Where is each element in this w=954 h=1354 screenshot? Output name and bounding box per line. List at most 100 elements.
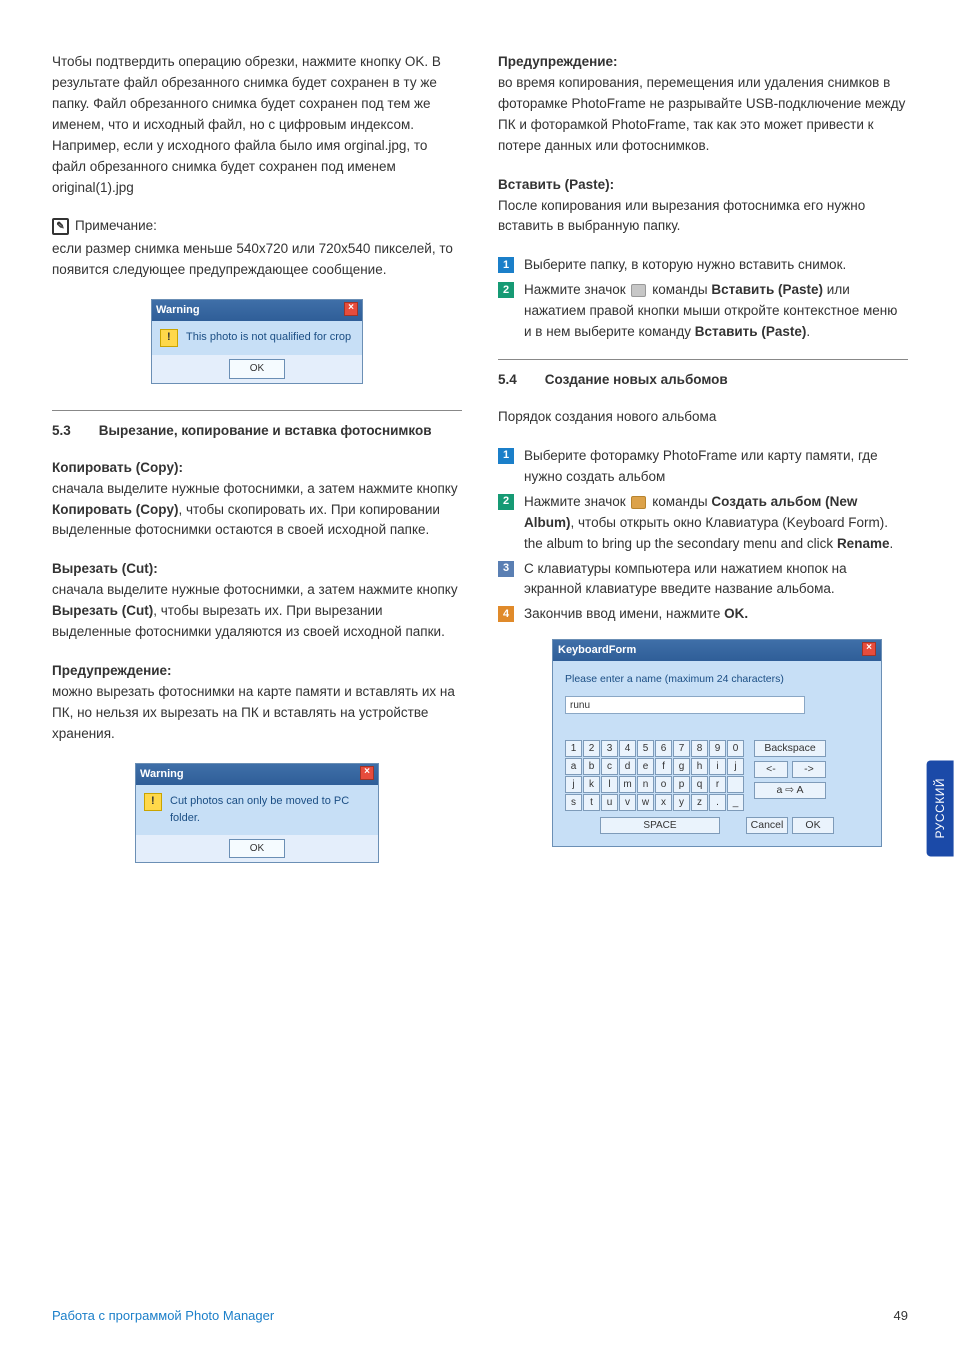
paste-step-2: 2 Нажмите значок команды Вставить (Paste… [498,280,908,343]
section-5-4-header: 5.4 Создание новых альбомов [498,370,908,391]
close-icon[interactable]: × [862,642,876,656]
ok-button[interactable]: OK [229,839,285,859]
keyboard-key[interactable]: j [727,758,744,775]
keyboard-key[interactable]: b [583,758,600,775]
keyboard-key[interactable]: a [565,758,582,775]
close-icon[interactable]: × [344,302,358,316]
keyboard-key[interactable]: 2 [583,740,600,757]
shift-button[interactable]: a ⇨ A [754,782,826,799]
warning-icon [144,793,162,811]
paste-icon [631,284,646,297]
keyboard-form-dialog: KeyboardForm × Please enter a name (maxi… [552,639,882,846]
keyboard-key[interactable]: m [619,776,636,793]
section-number: 5.3 [52,421,71,442]
paste-body: После копирования или вырезания фотосним… [498,196,908,238]
keyboard-key[interactable]: h [691,758,708,775]
keyboard-key[interactable]: 3 [601,740,618,757]
keyboard-key[interactable]: i [709,758,726,775]
keyboard-key[interactable]: w [637,794,654,811]
key-row-2: abcdefghij [565,758,744,775]
keyboard-key[interactable]: z [691,794,708,811]
ok-button[interactable]: OK [229,359,285,379]
cut-paragraph: сначала выделите нужные фотоснимки, а за… [52,580,462,643]
keyboard-key[interactable] [727,776,744,793]
album-step-2: 2 Нажмите значок команды Создать альбом … [498,492,908,555]
paste-heading: Вставить (Paste): [498,175,908,196]
keyboard-key[interactable]: _ [727,794,744,811]
copy-paragraph: сначала выделите нужные фотоснимки, а за… [52,479,462,542]
section-title: Вырезание, копирование и вставка фотосни… [99,421,432,442]
keyboard-key[interactable]: t [583,794,600,811]
keyboard-key[interactable]: e [637,758,654,775]
step-text: Нажмите значок команды Создать альбом (N… [524,492,908,555]
keyboard-key[interactable]: 0 [727,740,744,757]
keyboard-key[interactable]: s [565,794,582,811]
paste-step-1: 1 Выберите папку, в которую нужно встави… [498,255,908,276]
keyboard-key[interactable]: 9 [709,740,726,757]
dialog-message: This photo is not qualified for crop [186,329,351,346]
keyboard-side-buttons: Backspace <- -> a ⇨ A [754,740,826,799]
step-number-icon: 1 [498,448,514,464]
key-row-1: 1234567890 [565,740,744,757]
key-row-4: stuvwxyz._ [565,794,744,811]
copy-heading: Копировать (Copy): [52,458,462,479]
warning-dialog-cut: Warning × Cut photos can only be moved t… [135,763,379,864]
space-button[interactable]: SPACE [600,817,720,834]
name-input[interactable]: runu [565,696,805,714]
cancel-button[interactable]: Cancel [746,817,788,834]
section-divider [52,410,462,411]
warning-heading: Предупреждение: [52,661,462,682]
keyboard-key[interactable]: g [673,758,690,775]
keyboard-prompt: Please enter a name (maximum 24 characte… [565,671,869,687]
section-title: Создание новых альбомов [545,370,728,391]
section-number: 5.4 [498,370,517,391]
album-steps: 1 Выберите фоторамку PhotoFrame или карт… [498,446,908,625]
step-text: Закончив ввод имени, нажмите OK. [524,604,908,625]
step-number-icon: 4 [498,606,514,622]
arrow-left-button[interactable]: <- [754,761,788,778]
backspace-button[interactable]: Backspace [754,740,826,757]
ok-button[interactable]: OK [792,817,834,834]
keyboard-key[interactable]: 6 [655,740,672,757]
keyboard-key[interactable]: l [601,776,618,793]
two-column-layout: Чтобы подтвердить операцию обрезки, нажм… [52,52,908,881]
keyboard-key[interactable]: n [637,776,654,793]
keyboard-key[interactable]: j [565,776,582,793]
keyboard-key[interactable]: y [673,794,690,811]
keyboard-key[interactable]: x [655,794,672,811]
step-text: Выберите папку, в которую нужно вставить… [524,255,908,276]
warning-body: можно вырезать фотоснимки на карте памят… [52,682,462,745]
cut-bold: Вырезать (Cut) [52,603,153,618]
paste-steps: 1 Выберите папку, в которую нужно встави… [498,255,908,343]
key-row-3: jklmnopqr [565,776,744,793]
close-icon[interactable]: × [360,766,374,780]
cut-text-1: сначала выделите нужные фотоснимки, а за… [52,582,458,597]
dialog-message: Cut photos can only be moved to PC folde… [170,793,370,827]
language-tab[interactable]: РУССКИЙ [927,760,954,856]
keyboard-key[interactable]: o [655,776,672,793]
section-5-3-header: 5.3 Вырезание, копирование и вставка фот… [52,421,462,442]
keyboard-key[interactable]: . [709,794,726,811]
keyboard-key[interactable]: f [655,758,672,775]
album-step-1: 1 Выберите фоторамку PhotoFrame или карт… [498,446,908,488]
keyboard-key[interactable]: c [601,758,618,775]
keyboard-key[interactable]: u [601,794,618,811]
keyboard-key[interactable]: 5 [637,740,654,757]
keyboard-key[interactable]: d [619,758,636,775]
keyboard-key[interactable]: 4 [619,740,636,757]
arrow-right-button[interactable]: -> [792,761,826,778]
keyboard-key[interactable]: p [673,776,690,793]
new-album-icon [631,496,646,509]
page-number: 49 [894,1306,908,1326]
keyboard-key[interactable]: 7 [673,740,690,757]
right-column: Предупреждение: во время копирования, пе… [498,52,908,881]
dialog-title: Warning [156,302,200,319]
keyboard-key[interactable]: k [583,776,600,793]
keyboard-key[interactable]: v [619,794,636,811]
keyboard-key[interactable]: 8 [691,740,708,757]
keyboard-key[interactable]: 1 [565,740,582,757]
keyboard-key[interactable]: r [709,776,726,793]
keyboard-key[interactable]: q [691,776,708,793]
album-intro: Порядок создания нового альбома [498,407,908,428]
step-number-icon: 2 [498,282,514,298]
